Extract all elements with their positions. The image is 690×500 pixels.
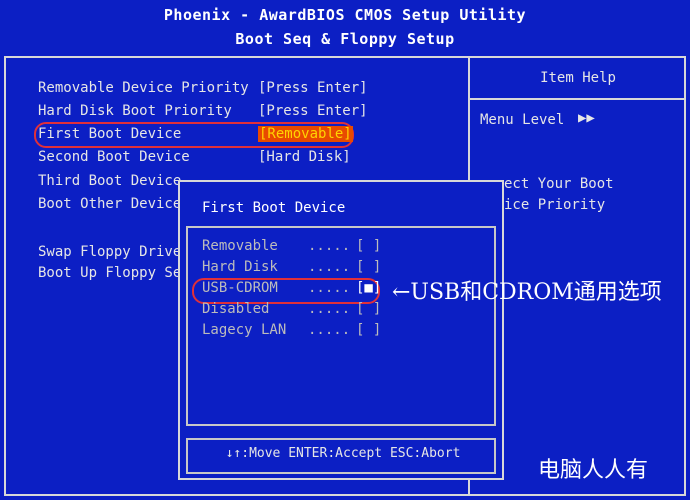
setting-second-boot-device-value[interactable]: [Hard Disk] bbox=[258, 149, 351, 165]
option-disabled[interactable]: Disabled bbox=[202, 301, 269, 317]
setting-second-boot-device[interactable]: Second Boot Device bbox=[38, 149, 190, 165]
setting-removable-device-priority-value[interactable]: [Press Enter] bbox=[258, 80, 368, 96]
dialog-key-hint: ↓↑:Move ENTER:Accept ESC:Abort bbox=[225, 446, 461, 461]
option-checkbox[interactable]: [ ] bbox=[356, 259, 381, 275]
dialog-title: First Boot Device bbox=[202, 200, 346, 216]
usb-cdrom-annotation: ←USB和CDROM通用选项 bbox=[392, 280, 662, 305]
dialog-options-panel: Removable ..... [ ] Hard Disk ..... [ ] … bbox=[186, 226, 496, 426]
option-dots: ..... bbox=[308, 280, 351, 296]
dialog-hint-bar: ↓↑:Move ENTER:Accept ESC:Abort bbox=[186, 438, 496, 474]
option-checkbox[interactable]: [ ] bbox=[356, 238, 381, 254]
setting-hard-disk-boot-priority[interactable]: Hard Disk Boot Priority bbox=[38, 103, 232, 119]
option-checkbox[interactable]: [ ] bbox=[356, 322, 381, 338]
setting-first-boot-device-value[interactable]: [Removable] bbox=[258, 126, 353, 142]
bios-title: Phoenix - AwardBIOS CMOS Setup Utility bbox=[163, 6, 527, 24]
option-dots: ..... bbox=[308, 238, 351, 254]
option-hard-disk[interactable]: Hard Disk bbox=[202, 259, 278, 275]
help-text-line-1: ect Your Boot bbox=[504, 176, 614, 192]
setting-removable-device-priority[interactable]: Removable Device Priority bbox=[38, 80, 249, 96]
setting-third-boot-device[interactable]: Third Boot Device bbox=[38, 173, 181, 189]
option-checkbox[interactable]: [ ] bbox=[356, 301, 381, 317]
menu-level-label: Menu Level bbox=[480, 112, 565, 128]
option-legacy-lan[interactable]: Lagecy LAN bbox=[202, 322, 286, 338]
help-text-line-2: ice Priority bbox=[504, 197, 606, 213]
setting-hard-disk-boot-priority-value[interactable]: [Press Enter] bbox=[258, 103, 368, 119]
help-divider-horizontal bbox=[468, 98, 686, 100]
item-help-title: Item Help bbox=[540, 70, 616, 86]
watermark: 电脑人人有 bbox=[538, 458, 649, 483]
bios-subtitle: Boot Seq & Floppy Setup bbox=[235, 30, 455, 48]
setting-boot-other-device[interactable]: Boot Other Device bbox=[38, 196, 181, 212]
option-checkbox-selected[interactable]: [■] bbox=[356, 280, 381, 296]
setting-boot-up-floppy-seek[interactable]: Boot Up Floppy Se bbox=[38, 265, 181, 281]
first-boot-device-dialog: First Boot Device Removable ..... [ ] Ha… bbox=[178, 180, 504, 480]
option-dots: ..... bbox=[308, 259, 351, 275]
setting-swap-floppy-drive[interactable]: Swap Floppy Drive bbox=[38, 244, 181, 260]
option-dots: ..... bbox=[308, 322, 351, 338]
option-removable[interactable]: Removable bbox=[202, 238, 278, 254]
option-usb-cdrom[interactable]: USB-CDROM bbox=[202, 280, 278, 296]
menu-level-arrows-icon: ▶▶ bbox=[578, 110, 595, 126]
setting-first-boot-device[interactable]: First Boot Device bbox=[38, 126, 181, 142]
option-dots: ..... bbox=[308, 301, 351, 317]
